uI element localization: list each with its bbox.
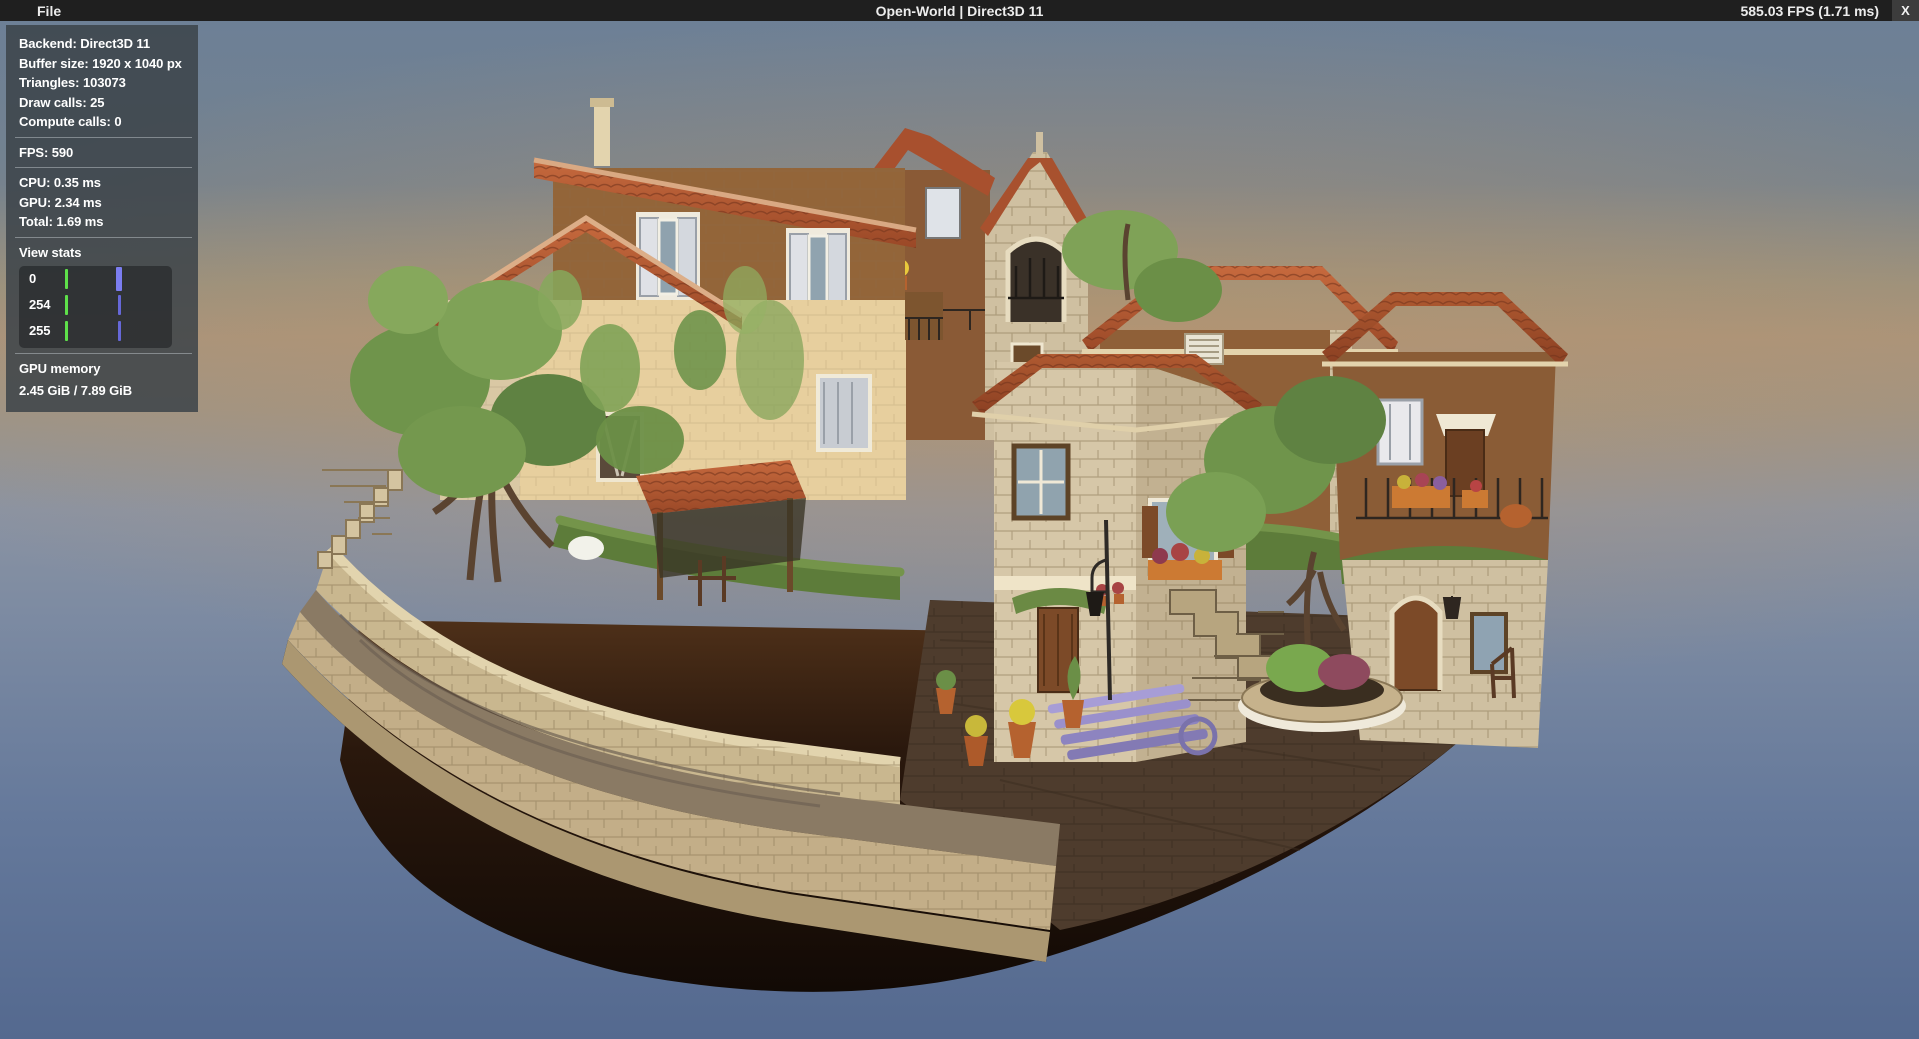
stat-gpu: GPU: 2.34 ms <box>19 193 192 213</box>
stat-fps: FPS: 590 <box>19 143 192 163</box>
gpu-memory-label: GPU memory <box>19 359 192 379</box>
title-bar-right: 585.03 FPS (1.71 ms) X <box>1740 0 1919 21</box>
divider <box>15 353 192 354</box>
divider <box>15 237 192 238</box>
stat-total: Total: 1.69 ms <box>19 212 192 232</box>
view-stats-row-255: 255 <box>19 318 172 344</box>
stat-draw-calls: Draw calls: 25 <box>19 93 192 113</box>
fps-readout: 585.03 FPS (1.71 ms) <box>1740 3 1892 19</box>
window-title: Open-World | Direct3D 11 <box>0 3 1919 19</box>
stat-cpu: CPU: 0.35 ms <box>19 173 192 193</box>
stats-overlay-window[interactable]: Backend: Direct3D 11 Buffer size: 1920 x… <box>6 25 198 412</box>
title-bar: File Open-World | Direct3D 11 585.03 FPS… <box>0 0 1919 21</box>
stat-buffer-size: Buffer size: 1920 x 1040 px <box>19 54 192 74</box>
green-bar <box>65 321 68 341</box>
blue-bar <box>118 295 121 315</box>
green-bar <box>65 295 68 315</box>
menu-file[interactable]: File <box>0 3 75 19</box>
view-stats-heading: View stats <box>19 243 192 263</box>
blue-bar <box>116 267 122 291</box>
divider <box>15 167 192 168</box>
stat-compute-calls: Compute calls: 0 <box>19 112 192 132</box>
stat-backend: Backend: Direct3D 11 <box>19 34 192 54</box>
blue-bar <box>118 321 121 341</box>
close-button[interactable]: X <box>1892 0 1919 21</box>
view-stats-row-254: 254 <box>19 292 172 318</box>
divider <box>15 137 192 138</box>
village-3d-render <box>0 21 1919 1039</box>
gpu-memory-value: 2.45 GiB / 7.89 GiB <box>19 381 192 401</box>
application-window: File Open-World | Direct3D 11 585.03 FPS… <box>0 0 1919 1039</box>
render-viewport[interactable] <box>0 21 1919 1039</box>
view-stats-graph: 0 254 255 <box>19 266 172 348</box>
stone-staircase-left <box>318 470 402 568</box>
stat-triangles: Triangles: 103073 <box>19 73 192 93</box>
green-bar <box>65 269 68 289</box>
view-stats-row-0: 0 <box>19 266 172 292</box>
